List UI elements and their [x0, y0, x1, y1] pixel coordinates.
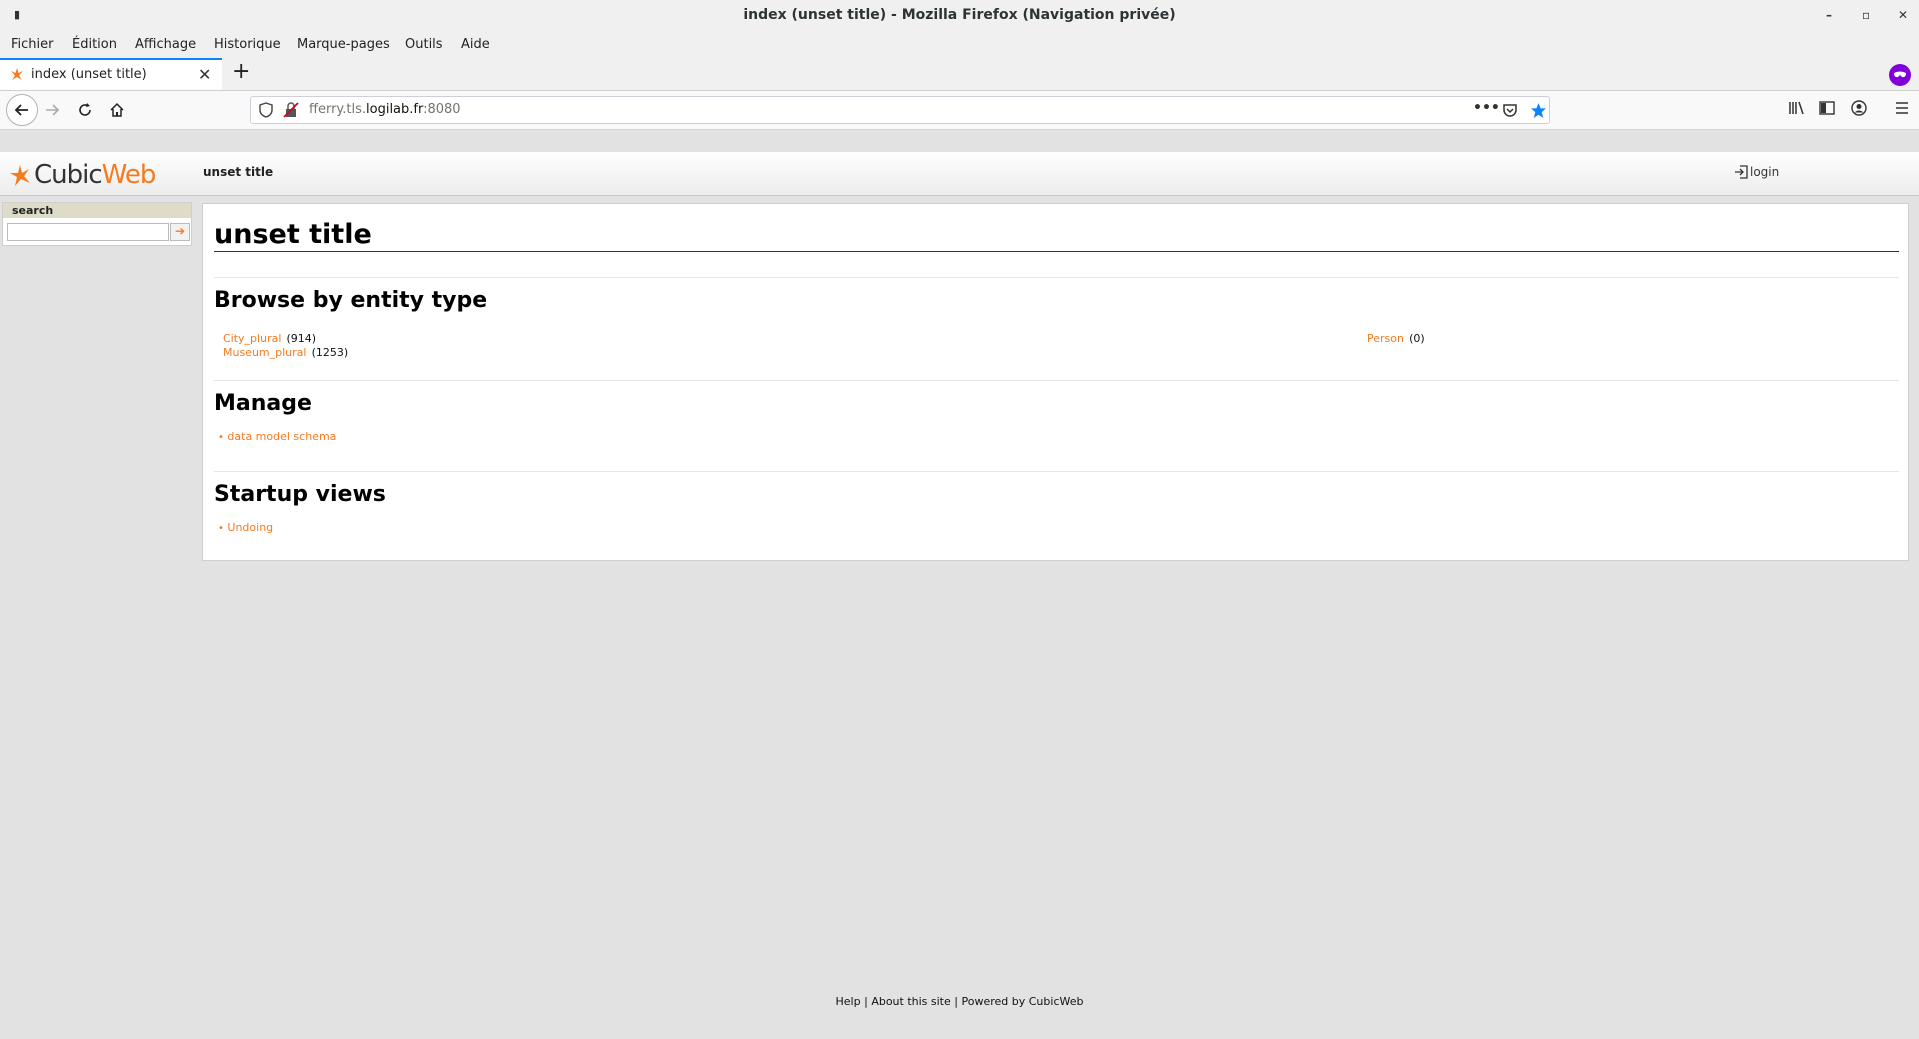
- main-content: unset title Browse by entity type City_p…: [202, 203, 1909, 561]
- menu-fichier[interactable]: Fichier: [11, 37, 54, 52]
- footer-separator: |: [864, 995, 868, 1008]
- close-window-icon[interactable]: ✕: [1898, 0, 1908, 30]
- maximize-icon[interactable]: ▫: [1862, 0, 1870, 30]
- footer-separator: |: [954, 995, 958, 1008]
- url-bar[interactable]: fferry.tls.logilab.fr:8080 •••: [250, 96, 1550, 124]
- url-text: fferry.tls.logilab.fr:8080: [309, 102, 461, 117]
- site-header: CubicWeb unset title login: [0, 152, 1919, 196]
- undoing-link[interactable]: Undoing: [227, 521, 273, 534]
- insecure-lock-icon[interactable]: [283, 102, 299, 122]
- startup-views-heading: Startup views: [214, 482, 386, 507]
- back-arrow-icon[interactable]: [6, 94, 38, 126]
- page-name: unset title: [203, 165, 274, 179]
- search-input[interactable]: [7, 223, 169, 241]
- home-icon[interactable]: [103, 96, 131, 124]
- footer: Help | About this site | Powered by Cubi…: [0, 995, 1919, 1008]
- menu-affichage[interactable]: Affichage: [135, 37, 196, 52]
- page-title: unset title: [214, 219, 1899, 252]
- entity-link-person[interactable]: Person: [1367, 332, 1404, 345]
- search-heading: search: [3, 203, 191, 218]
- login-link[interactable]: login: [1734, 165, 1779, 179]
- cubicweb-favicon-icon: [9, 67, 25, 87]
- window-titlebar: ▮ index (unset title) - Mozilla Firefox …: [0, 0, 1919, 30]
- data-model-schema-link[interactable]: data model schema: [227, 430, 336, 443]
- manage-item: • data model schema: [218, 430, 336, 443]
- sidebar-toggle-icon[interactable]: [1819, 100, 1835, 120]
- navigation-toolbar: fferry.tls.logilab.fr:8080 •••: [0, 91, 1919, 130]
- browse-heading: Browse by entity type: [214, 288, 488, 313]
- cubicweb-logo-icon: [10, 165, 30, 186]
- entity-link-museum[interactable]: Museum_plural: [223, 346, 306, 359]
- divider: [214, 380, 1899, 381]
- startup-item: • Undoing: [218, 521, 273, 534]
- bookmark-star-icon[interactable]: [1530, 102, 1547, 123]
- footer-powered-link[interactable]: Powered by CubicWeb: [962, 995, 1084, 1008]
- login-icon: [1735, 165, 1748, 179]
- tab-title: index (unset title): [31, 67, 147, 82]
- search-box: search ➔: [2, 202, 192, 246]
- logo-text: CubicWeb: [34, 160, 156, 190]
- menu-historique[interactable]: Historique: [214, 37, 281, 52]
- manage-heading: Manage: [214, 391, 312, 416]
- forward-arrow-icon[interactable]: [38, 96, 66, 124]
- private-browsing-icon: [1889, 64, 1911, 86]
- reload-icon[interactable]: [71, 96, 99, 124]
- window-title: index (unset title) - Mozilla Firefox (N…: [743, 7, 1176, 23]
- menu-aide[interactable]: Aide: [461, 37, 490, 52]
- menu-marque-pages[interactable]: Marque-pages: [297, 37, 390, 52]
- tab-close-icon[interactable]: ✕: [198, 65, 211, 84]
- menu-edition[interactable]: Édition: [72, 37, 117, 52]
- divider: [214, 277, 1899, 278]
- pocket-icon[interactable]: [1502, 102, 1518, 122]
- entity-item-museum: Museum_plural (1253): [223, 341, 348, 360]
- hamburger-menu-icon[interactable]: [1894, 100, 1910, 120]
- tab-strip: index (unset title) ✕ +: [0, 58, 1919, 91]
- footer-about-link[interactable]: About this site: [871, 995, 950, 1008]
- menu-bar: Fichier Édition Affichage Historique Mar…: [0, 30, 1919, 58]
- search-submit-arrow-icon[interactable]: ➔: [170, 223, 190, 241]
- divider: [214, 471, 1899, 472]
- bullet-icon: •: [218, 432, 224, 443]
- login-label: login: [1750, 165, 1780, 179]
- new-tab-icon[interactable]: +: [232, 59, 250, 84]
- entity-count-person: (0): [1409, 332, 1425, 345]
- minimize-icon[interactable]: –: [1826, 0, 1832, 30]
- window-menu-icon[interactable]: ▮: [14, 0, 20, 30]
- page-actions-icon[interactable]: •••: [1473, 100, 1500, 116]
- tab-index[interactable]: index (unset title) ✕: [0, 58, 222, 90]
- account-icon[interactable]: [1851, 100, 1867, 120]
- footer-help-link[interactable]: Help: [836, 995, 861, 1008]
- entity-item-person: Person (0): [1367, 327, 1425, 346]
- menu-outils[interactable]: Outils: [405, 37, 443, 52]
- shield-icon[interactable]: [259, 102, 273, 122]
- entity-count-museum: (1253): [311, 346, 349, 359]
- bullet-icon: •: [218, 523, 224, 534]
- library-icon[interactable]: [1788, 100, 1806, 120]
